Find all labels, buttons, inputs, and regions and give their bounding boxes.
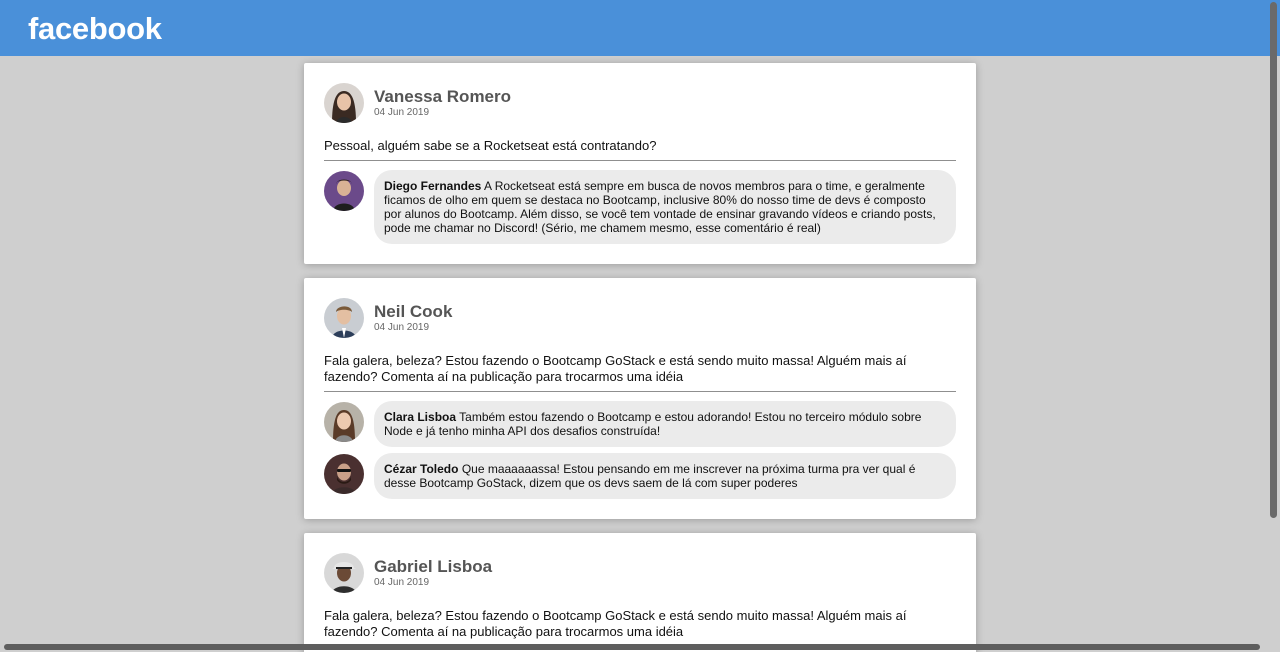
post-card: Vanessa Romero 04 Jun 2019 Pessoal, algu… bbox=[304, 63, 976, 264]
post-author-name[interactable]: Vanessa Romero bbox=[374, 87, 511, 107]
post-header: Vanessa Romero 04 Jun 2019 bbox=[324, 83, 956, 123]
post-text: Pessoal, alguém sabe se a Rocketseat est… bbox=[324, 138, 657, 153]
post-feed: Vanessa Romero 04 Jun 2019 Pessoal, algu… bbox=[304, 63, 976, 652]
comment: Cézar Toledo Que maaaaaassa! Estou pensa… bbox=[324, 453, 956, 499]
post-divider bbox=[324, 391, 956, 392]
man-portrait-icon bbox=[324, 298, 364, 338]
comment-text: Também estou fazendo o Bootcamp e estou … bbox=[384, 410, 922, 438]
comment-text: Que maaaaaassa! Estou pensando em me ins… bbox=[384, 462, 916, 490]
top-bar: facebook bbox=[0, 0, 1280, 56]
comment-author-name[interactable]: Diego Fernandes bbox=[384, 179, 481, 193]
post-author-name[interactable]: Neil Cook bbox=[374, 302, 452, 322]
comment-author-name[interactable]: Clara Lisboa bbox=[384, 410, 456, 424]
avatar[interactable] bbox=[324, 402, 364, 442]
post-text: Fala galera, beleza? Estou fazendo o Boo… bbox=[324, 353, 907, 384]
facebook-logo[interactable]: facebook bbox=[28, 11, 162, 47]
comment: Diego Fernandes A Rocketseat está sempre… bbox=[324, 170, 956, 244]
avatar[interactable] bbox=[324, 298, 364, 338]
post-card: Neil Cook 04 Jun 2019 Fala galera, belez… bbox=[304, 278, 976, 519]
comment-list: Diego Fernandes A Rocketseat está sempre… bbox=[324, 170, 956, 244]
horizontal-scrollbar[interactable] bbox=[4, 644, 1260, 650]
post-header: Gabriel Lisboa 04 Jun 2019 bbox=[324, 553, 956, 593]
vertical-scrollbar[interactable] bbox=[1270, 2, 1277, 518]
post-author-name[interactable]: Gabriel Lisboa bbox=[374, 557, 492, 577]
post-date: 04 Jun 2019 bbox=[374, 322, 430, 333]
avatar[interactable] bbox=[324, 454, 364, 494]
post-text: Fala galera, beleza? Estou fazendo o Boo… bbox=[324, 608, 907, 639]
woman-portrait-icon bbox=[324, 83, 364, 123]
post-date: 04 Jun 2019 bbox=[374, 107, 430, 118]
man-portrait-icon bbox=[324, 553, 364, 593]
comment-bubble: Diego Fernandes A Rocketseat está sempre… bbox=[374, 170, 956, 244]
comment: Clara Lisboa Também estou fazendo o Boot… bbox=[324, 401, 956, 447]
man-portrait-icon bbox=[324, 454, 364, 494]
comment-bubble: Clara Lisboa Também estou fazendo o Boot… bbox=[374, 401, 956, 447]
man-portrait-icon bbox=[324, 171, 364, 211]
comment-author-name[interactable]: Cézar Toledo bbox=[384, 462, 458, 476]
avatar[interactable] bbox=[324, 553, 364, 593]
comment-list: Clara Lisboa Também estou fazendo o Boot… bbox=[324, 401, 956, 499]
post-header: Neil Cook 04 Jun 2019 bbox=[324, 298, 956, 338]
woman-portrait-icon bbox=[324, 402, 364, 442]
post-divider bbox=[324, 160, 956, 161]
avatar[interactable] bbox=[324, 83, 364, 123]
avatar[interactable] bbox=[324, 171, 364, 211]
comment-bubble: Cézar Toledo Que maaaaaassa! Estou pensa… bbox=[374, 453, 956, 499]
post-date: 04 Jun 2019 bbox=[374, 577, 430, 588]
post-card: Gabriel Lisboa 04 Jun 2019 Fala galera, … bbox=[304, 533, 976, 652]
